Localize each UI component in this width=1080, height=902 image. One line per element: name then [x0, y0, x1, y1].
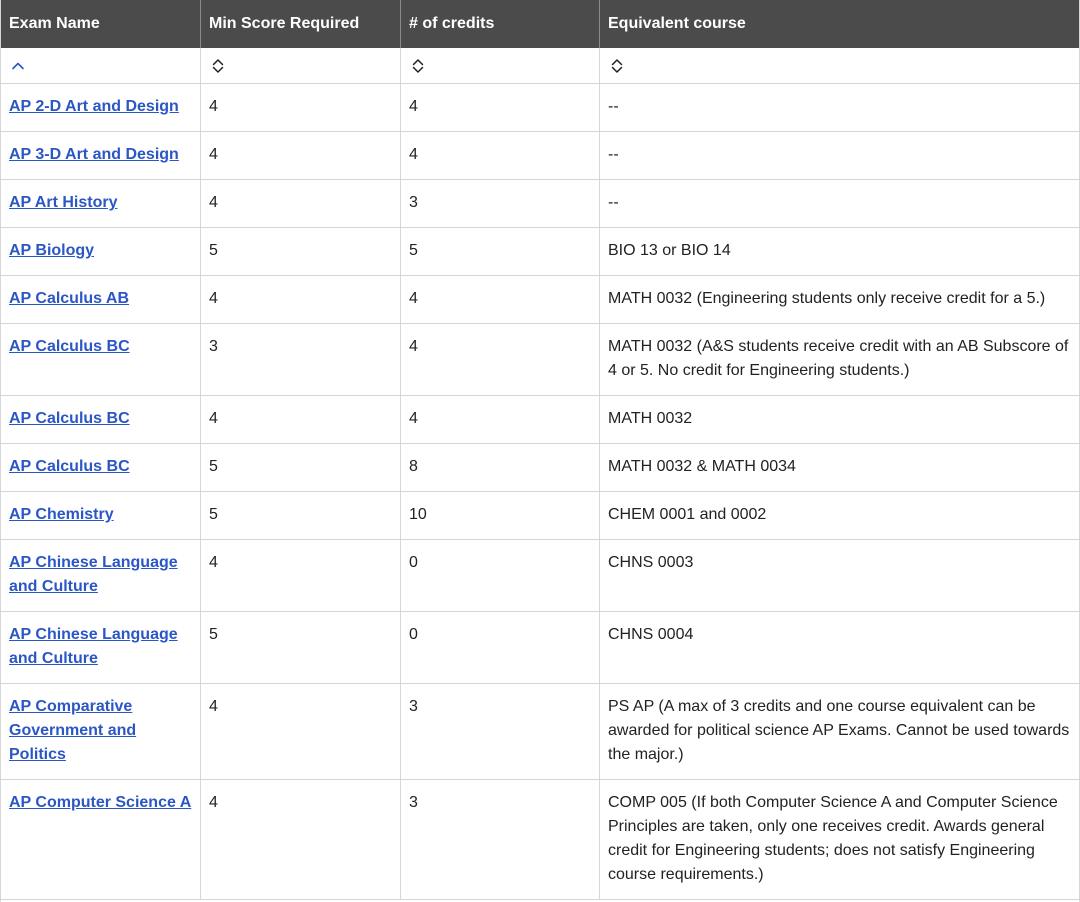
equivalent-course-cell: --: [600, 84, 1079, 132]
equivalent-course-cell: COMP 005 (If both Computer Science A and…: [600, 780, 1079, 900]
credits-cell: 3: [401, 684, 600, 780]
table-row: AP Calculus BC 3 4 MATH 0032 (A&S studen…: [1, 324, 1079, 396]
exam-name-cell: AP Computer Science A: [1, 780, 201, 900]
sort-cell-min-score: [201, 48, 401, 84]
header-credits[interactable]: # of credits: [401, 0, 600, 48]
equivalent-course-cell: --: [600, 132, 1079, 180]
table-header: Exam Name Min Score Required # of credit…: [1, 0, 1079, 48]
exam-link[interactable]: AP 3-D Art and Design: [9, 146, 179, 163]
equivalent-course-cell: MATH 0032 (A&S students receive credit w…: [600, 324, 1079, 396]
header-min-score[interactable]: Min Score Required: [201, 0, 401, 48]
exam-name-cell: AP 2-D Art and Design: [1, 84, 201, 132]
table-row: AP Calculus BC 4 4 MATH 0032: [1, 396, 1079, 444]
ap-credit-table: Exam Name Min Score Required # of credit…: [0, 0, 1080, 902]
table-row: AP Chinese Language and Culture 4 0 CHNS…: [1, 540, 1079, 612]
min-score-cell: 3: [201, 324, 401, 396]
table-row: AP Calculus AB 4 4 MATH 0032 (Engineerin…: [1, 276, 1079, 324]
min-score-cell: 4: [201, 684, 401, 780]
sort-cell-credits: [401, 48, 600, 84]
exam-link[interactable]: AP Calculus BC: [9, 338, 130, 355]
credits-cell: 8: [401, 444, 600, 492]
min-score-cell: 4: [201, 84, 401, 132]
header-equivalent-course[interactable]: Equivalent course: [600, 0, 1079, 48]
credits-cell: 0: [401, 612, 600, 684]
exam-name-cell: AP Calculus BC: [1, 324, 201, 396]
min-score-cell: 4: [201, 540, 401, 612]
equivalent-course-cell: MATH 0032 (Engineering students only rec…: [600, 276, 1079, 324]
exam-link[interactable]: AP Calculus BC: [9, 410, 130, 427]
exam-name-cell: AP Chemistry: [1, 492, 201, 540]
equivalent-course-cell: BIO 13 or BIO 14: [600, 228, 1079, 276]
exam-name-cell: AP Comparative Government and Politics: [1, 684, 201, 780]
table-row: AP Computer Science A 4 3 COMP 005 (If b…: [1, 780, 1079, 900]
table-row: AP Calculus BC 5 8 MATH 0032 & MATH 0034: [1, 444, 1079, 492]
credits-cell: 3: [401, 180, 600, 228]
exam-name-cell: AP Chinese Language and Culture: [1, 540, 201, 612]
exam-link[interactable]: AP Calculus BC: [9, 458, 130, 475]
exam-link[interactable]: AP Chinese Language and Culture: [9, 626, 178, 667]
credits-cell: 10: [401, 492, 600, 540]
exam-name-cell: AP Biology: [1, 228, 201, 276]
exam-link[interactable]: AP Chemistry: [9, 506, 114, 523]
sort-unsorted-icon[interactable]: [209, 57, 227, 75]
exam-link[interactable]: AP Computer Science A: [9, 794, 191, 811]
credits-cell: 4: [401, 276, 600, 324]
exam-name-cell: AP Calculus AB: [1, 276, 201, 324]
credits-cell: 4: [401, 132, 600, 180]
sort-cell-exam-name: [1, 48, 201, 84]
equivalent-course-cell: --: [600, 180, 1079, 228]
exam-link[interactable]: AP Art History: [9, 194, 117, 211]
credits-cell: 4: [401, 84, 600, 132]
min-score-cell: 5: [201, 492, 401, 540]
exam-name-cell: AP Calculus BC: [1, 396, 201, 444]
exam-name-cell: AP 3-D Art and Design: [1, 132, 201, 180]
credits-cell: 4: [401, 396, 600, 444]
sort-controls-row: [1, 48, 1079, 84]
min-score-cell: 4: [201, 780, 401, 900]
exam-link[interactable]: AP Chinese Language and Culture: [9, 554, 178, 595]
sort-unsorted-icon[interactable]: [608, 57, 626, 75]
sort-cell-equivalent-course: [600, 48, 1079, 84]
sort-unsorted-icon[interactable]: [409, 57, 427, 75]
credits-cell: 4: [401, 324, 600, 396]
table-row: AP Biology 5 5 BIO 13 or BIO 14: [1, 228, 1079, 276]
sort-ascending-icon[interactable]: [9, 57, 27, 75]
min-score-cell: 4: [201, 180, 401, 228]
exam-link[interactable]: AP Calculus AB: [9, 290, 129, 307]
equivalent-course-cell: CHEM 0001 and 0002: [600, 492, 1079, 540]
min-score-cell: 5: [201, 228, 401, 276]
min-score-cell: 4: [201, 132, 401, 180]
table-row: AP 3-D Art and Design 4 4 --: [1, 132, 1079, 180]
equivalent-course-cell: CHNS 0004: [600, 612, 1079, 684]
min-score-cell: 4: [201, 396, 401, 444]
credits-cell: 5: [401, 228, 600, 276]
equivalent-course-cell: CHNS 0003: [600, 540, 1079, 612]
min-score-cell: 5: [201, 444, 401, 492]
credits-cell: 0: [401, 540, 600, 612]
equivalent-course-cell: PS AP (A max of 3 credits and one course…: [600, 684, 1079, 780]
exam-name-cell: AP Art History: [1, 180, 201, 228]
exam-link[interactable]: AP 2-D Art and Design: [9, 98, 179, 115]
min-score-cell: 4: [201, 276, 401, 324]
table-row: AP Chinese Language and Culture 5 0 CHNS…: [1, 612, 1079, 684]
equivalent-course-cell: MATH 0032 & MATH 0034: [600, 444, 1079, 492]
table-row: AP Chemistry 5 10 CHEM 0001 and 0002: [1, 492, 1079, 540]
table-row: AP 2-D Art and Design 4 4 --: [1, 84, 1079, 132]
exam-name-cell: AP Chinese Language and Culture: [1, 612, 201, 684]
credits-cell: 3: [401, 780, 600, 900]
exam-name-cell: AP Calculus BC: [1, 444, 201, 492]
min-score-cell: 5: [201, 612, 401, 684]
exam-link[interactable]: AP Biology: [9, 242, 94, 259]
table-row: AP Art History 4 3 --: [1, 180, 1079, 228]
exam-link[interactable]: AP Comparative Government and Politics: [9, 698, 136, 763]
table-row: AP Comparative Government and Politics 4…: [1, 684, 1079, 780]
equivalent-course-cell: MATH 0032: [600, 396, 1079, 444]
header-exam-name[interactable]: Exam Name: [1, 0, 201, 48]
